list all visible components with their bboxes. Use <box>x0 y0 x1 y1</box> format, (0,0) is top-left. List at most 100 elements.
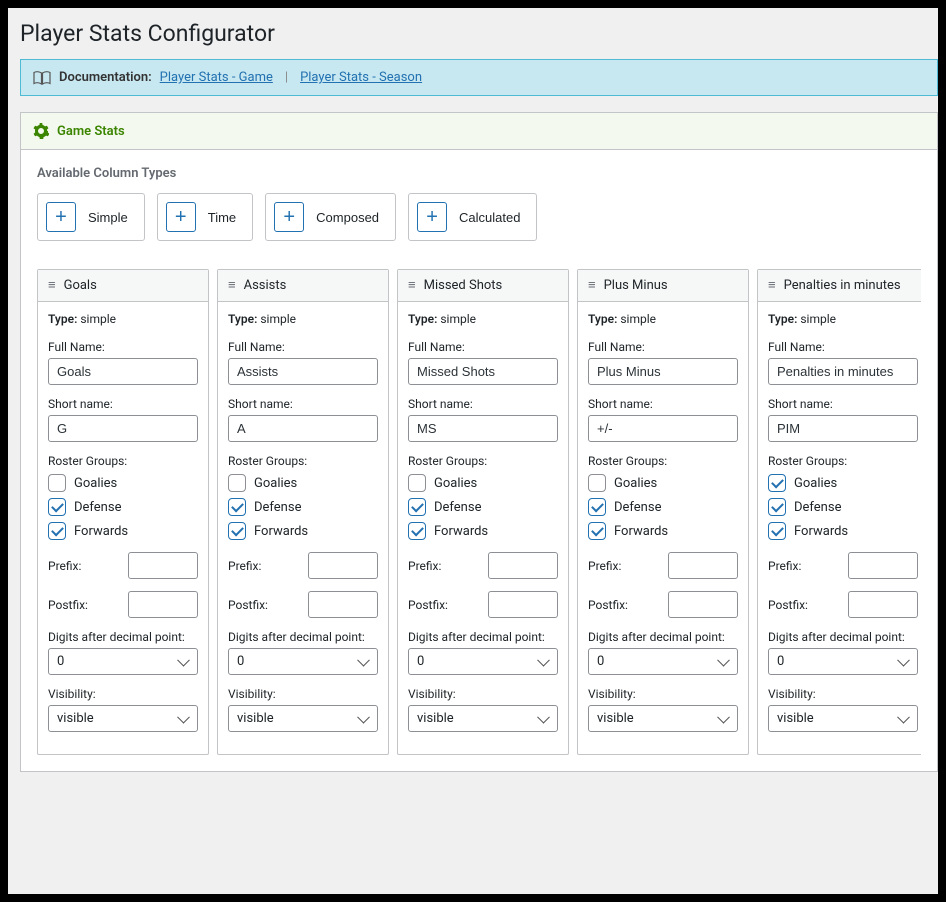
select[interactable]: 0 <box>768 648 918 675</box>
text-input[interactable] <box>408 358 558 385</box>
select[interactable]: 0 <box>408 648 558 675</box>
text-input[interactable] <box>588 415 738 442</box>
stat-column: ≡Penalties in minutesType: simpleFull Na… <box>757 269 921 755</box>
checkbox[interactable] <box>768 474 786 492</box>
small-input[interactable] <box>128 552 198 579</box>
stat-column: ≡AssistsType: simpleFull Name:Short name… <box>217 269 389 755</box>
checkbox[interactable] <box>48 498 66 516</box>
roster-groups: Roster Groups:GoaliesDefenseForwards <box>48 454 198 540</box>
inline-field: Postfix: <box>48 591 198 618</box>
small-input[interactable] <box>488 591 558 618</box>
checkbox[interactable] <box>408 522 426 540</box>
text-input[interactable] <box>228 358 378 385</box>
checkbox-label: Defense <box>614 500 661 515</box>
add-type-button[interactable]: +Time <box>157 193 253 241</box>
small-input[interactable] <box>308 591 378 618</box>
checkbox[interactable] <box>48 522 66 540</box>
checkbox[interactable] <box>588 474 606 492</box>
plus-icon: + <box>274 202 304 232</box>
field-label: Digits after decimal point: <box>48 630 198 644</box>
add-type-button[interactable]: +Composed <box>265 193 396 241</box>
type-label: Calculated <box>459 210 520 225</box>
field-label: Prefix: <box>228 559 261 573</box>
text-input[interactable] <box>768 358 918 385</box>
stat-column: ≡Missed ShotsType: simpleFull Name:Short… <box>397 269 569 755</box>
select[interactable]: visible <box>48 705 198 732</box>
checkbox-row: Forwards <box>408 522 558 540</box>
small-input[interactable] <box>128 591 198 618</box>
text-input[interactable] <box>588 358 738 385</box>
checkbox[interactable] <box>768 522 786 540</box>
checkbox[interactable] <box>768 498 786 516</box>
field-label: Roster Groups: <box>588 454 738 468</box>
checkbox-label: Defense <box>794 500 841 515</box>
small-input[interactable] <box>668 552 738 579</box>
inline-field: Postfix: <box>588 591 738 618</box>
game-stats-panel: Game Stats Available Column Types +Simpl… <box>20 112 938 772</box>
select[interactable]: 0 <box>48 648 198 675</box>
checkbox-row: Forwards <box>588 522 738 540</box>
add-type-button[interactable]: +Simple <box>37 193 145 241</box>
select-wrap: visible <box>48 705 198 732</box>
field-label: Roster Groups: <box>408 454 558 468</box>
field-label: Short name: <box>408 397 558 411</box>
inline-field: Prefix: <box>228 552 378 579</box>
doc-link-season[interactable]: Player Stats - Season <box>300 70 422 85</box>
add-type-button[interactable]: + Calculated <box>408 193 537 241</box>
select[interactable]: visible <box>228 705 378 732</box>
field-label: Full Name: <box>48 340 198 354</box>
column-title: Assists <box>244 278 287 293</box>
checkbox-label: Defense <box>254 500 301 515</box>
field-label: Visibility: <box>408 687 558 701</box>
text-input[interactable] <box>48 415 198 442</box>
column-header[interactable]: ≡Penalties in minutes <box>758 270 921 302</box>
select-wrap: 0 <box>228 648 378 675</box>
plus-icon: + <box>417 202 447 232</box>
small-input[interactable] <box>668 591 738 618</box>
field-label: Visibility: <box>228 687 378 701</box>
checkbox[interactable] <box>588 522 606 540</box>
select[interactable]: visible <box>408 705 558 732</box>
text-input[interactable] <box>228 415 378 442</box>
column-header[interactable]: ≡Plus Minus <box>578 270 748 302</box>
roster-groups: Roster Groups:GoaliesDefenseForwards <box>768 454 918 540</box>
checkbox[interactable] <box>228 522 246 540</box>
field-label: Roster Groups: <box>768 454 918 468</box>
inline-field: Prefix: <box>588 552 738 579</box>
panel-header[interactable]: Game Stats <box>21 113 937 150</box>
select[interactable]: visible <box>588 705 738 732</box>
column-title: Penalties in minutes <box>784 278 901 293</box>
field-label: Short name: <box>48 397 198 411</box>
column-header[interactable]: ≡Assists <box>218 270 388 302</box>
column-header[interactable]: ≡Missed Shots <box>398 270 568 302</box>
checkbox[interactable] <box>408 498 426 516</box>
doc-link-game[interactable]: Player Stats - Game <box>160 70 273 85</box>
select[interactable]: 0 <box>228 648 378 675</box>
small-input[interactable] <box>488 552 558 579</box>
checkbox-row: Forwards <box>48 522 198 540</box>
text-input[interactable] <box>768 415 918 442</box>
checkbox-row: Defense <box>228 498 378 516</box>
small-input[interactable] <box>848 591 918 618</box>
checkbox-row: Defense <box>408 498 558 516</box>
select-wrap: 0 <box>408 648 558 675</box>
checkbox-label: Goalies <box>614 476 657 491</box>
checkbox[interactable] <box>228 498 246 516</box>
field-label: Visibility: <box>768 687 918 701</box>
select[interactable]: 0 <box>588 648 738 675</box>
field-label: Prefix: <box>768 559 801 573</box>
column-header[interactable]: ≡Goals <box>38 270 208 302</box>
text-input[interactable] <box>48 358 198 385</box>
checkbox-row: Defense <box>768 498 918 516</box>
checkbox[interactable] <box>228 474 246 492</box>
checkbox[interactable] <box>408 474 426 492</box>
checkbox[interactable] <box>588 498 606 516</box>
checkbox[interactable] <box>48 474 66 492</box>
small-input[interactable] <box>308 552 378 579</box>
column-title: Plus Minus <box>604 278 668 293</box>
text-input[interactable] <box>408 415 558 442</box>
type-line: Type: simple <box>228 312 378 326</box>
small-input[interactable] <box>848 552 918 579</box>
select[interactable]: visible <box>768 705 918 732</box>
field-label: Postfix: <box>768 598 808 612</box>
